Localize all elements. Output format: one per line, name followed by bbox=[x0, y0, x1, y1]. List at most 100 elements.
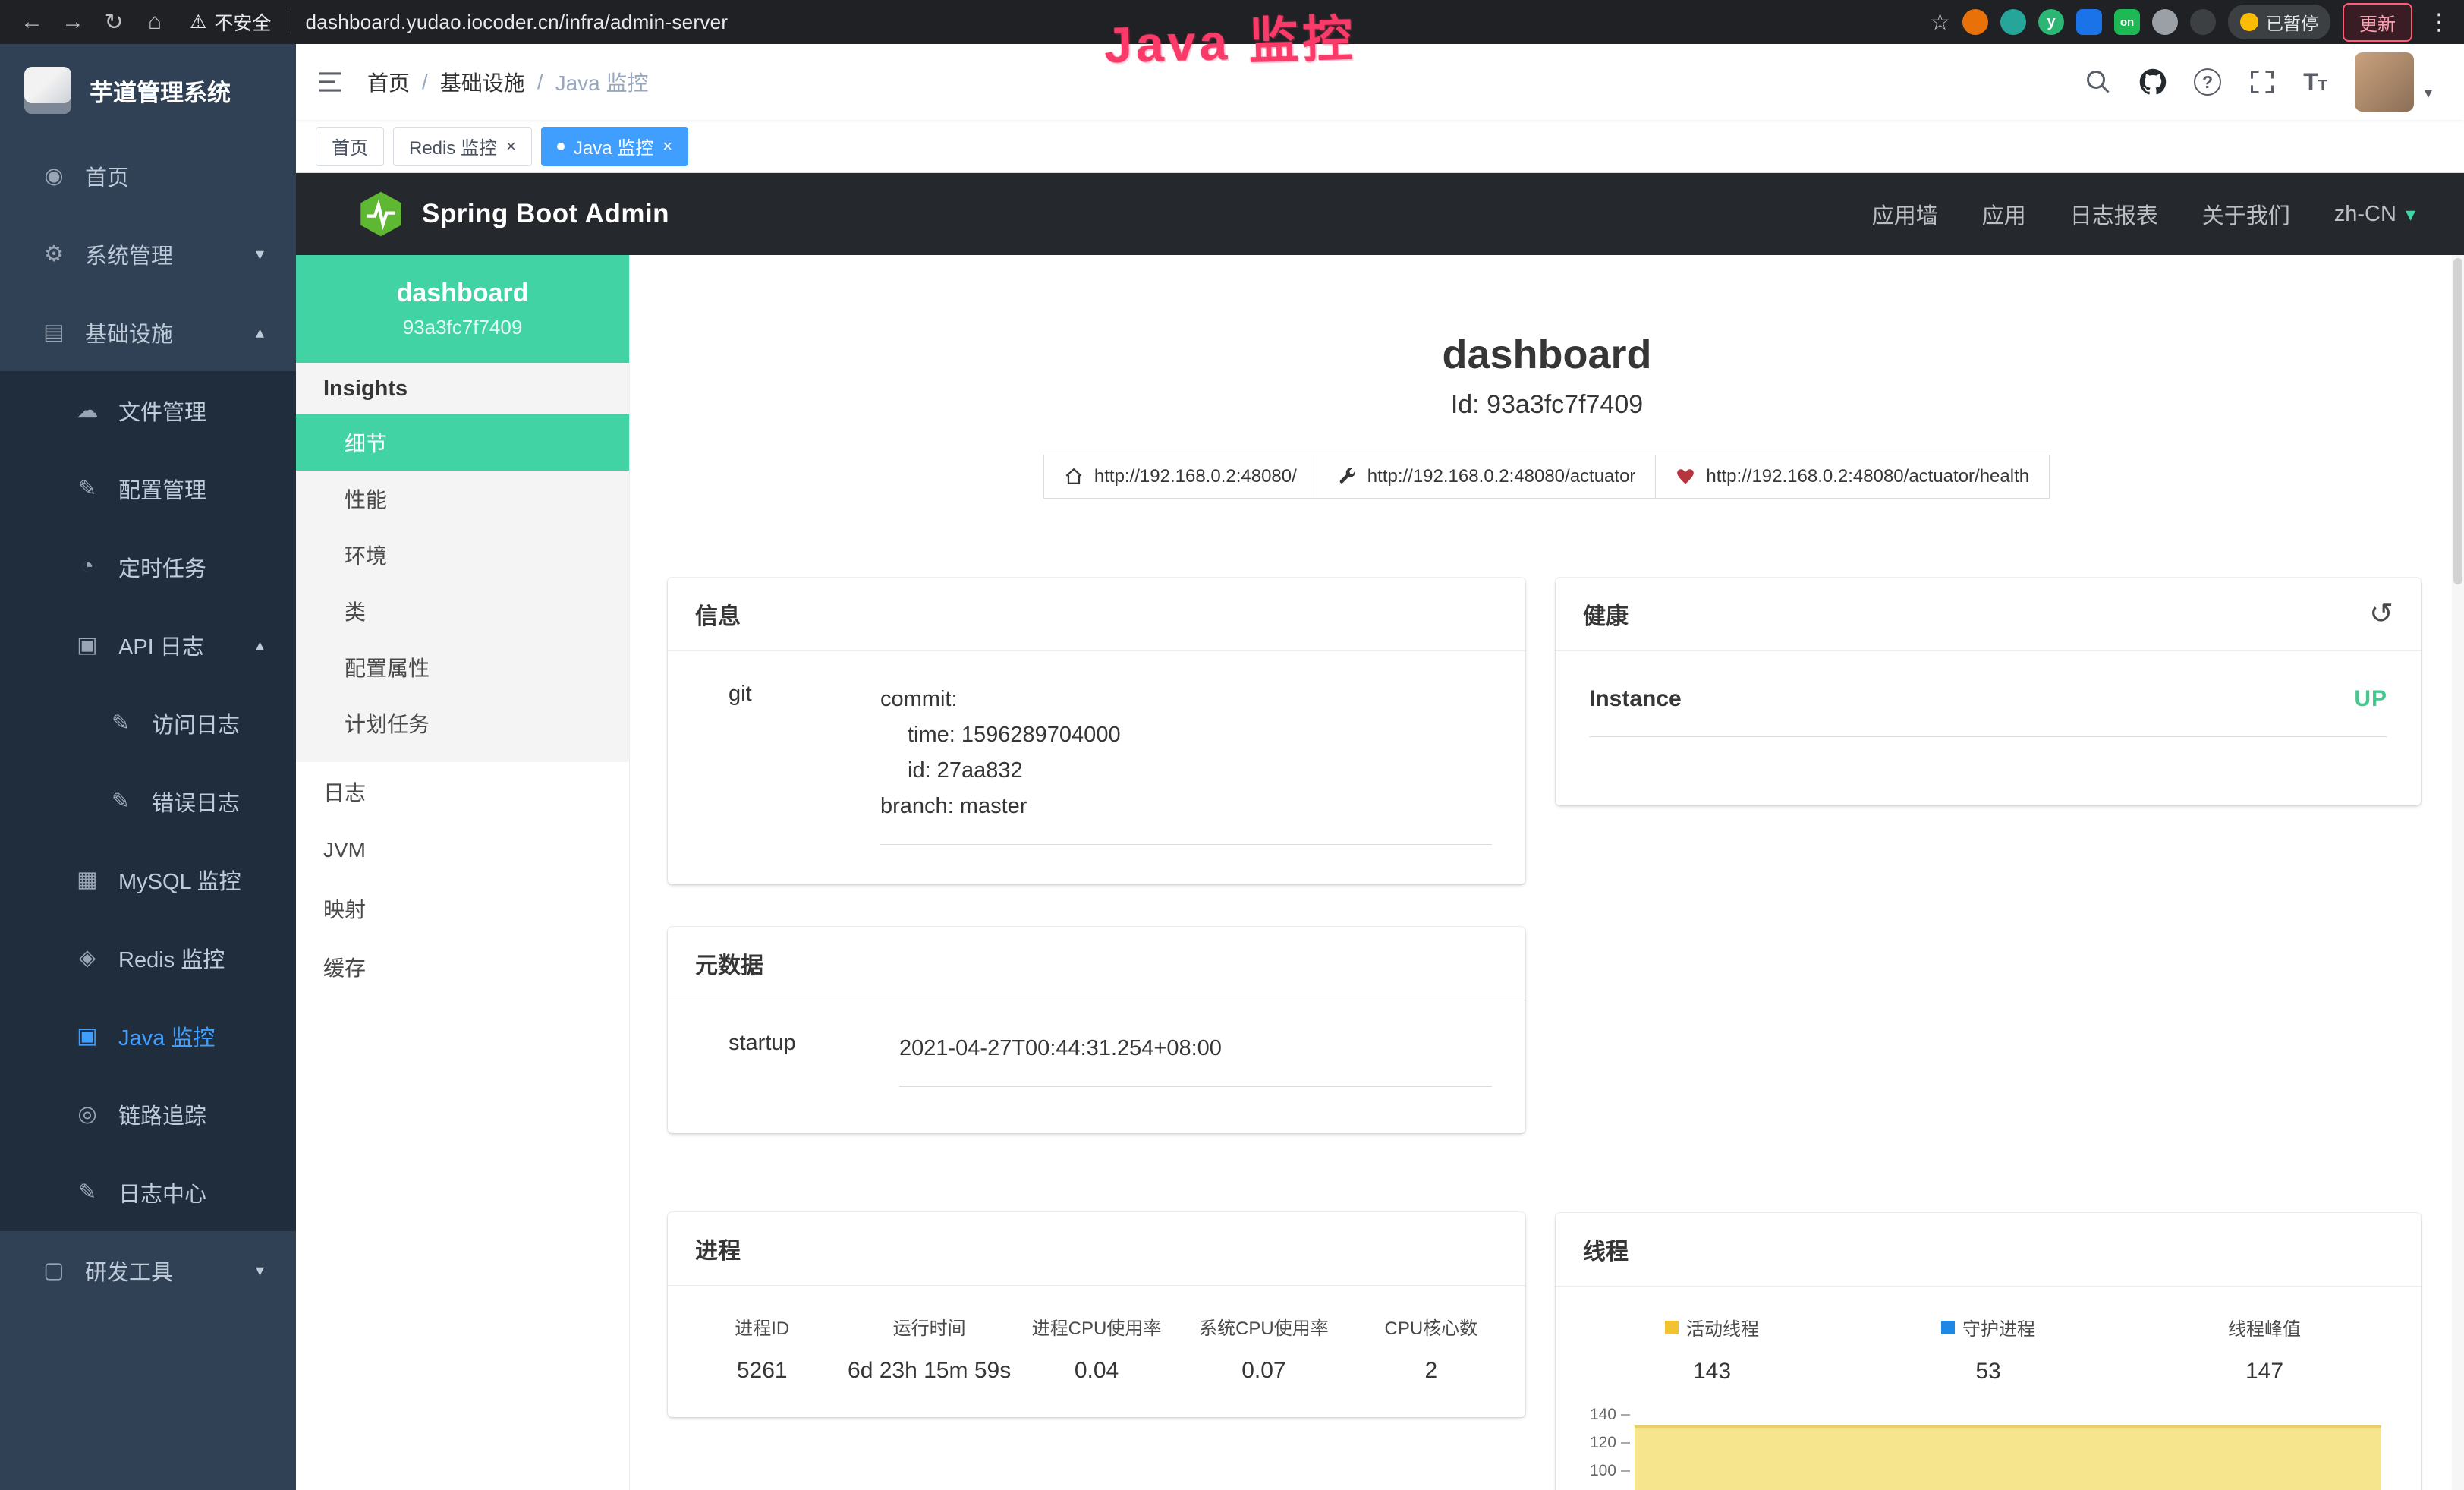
menu-item-environment[interactable]: 环境 bbox=[296, 527, 629, 583]
scrollbar-thumb[interactable] bbox=[2453, 258, 2462, 584]
git-branch: branch: master bbox=[880, 789, 1492, 824]
browser-menu-icon[interactable]: ⋮ bbox=[2428, 9, 2450, 36]
sidebar-item-infrastructure[interactable]: ▤ 基础设施 ▴ bbox=[0, 293, 296, 371]
sidebar-item-redis-monitor[interactable]: ◈ Redis 监控 bbox=[0, 918, 296, 997]
sidebar-item-link-tracing[interactable]: ◎ 链路追踪 bbox=[0, 1075, 296, 1153]
hamburger-icon[interactable] bbox=[316, 68, 345, 96]
menu-item-performance[interactable]: 性能 bbox=[296, 471, 629, 527]
breadcrumb-infrastructure[interactable]: 基础设施 bbox=[440, 67, 525, 97]
link-health-url[interactable]: http://192.168.0.2:48080/actuator/health bbox=[1655, 455, 2050, 499]
threads-chart: 140 120 100 bbox=[1574, 1406, 2403, 1490]
legend-label: 守护进程 bbox=[1962, 1314, 2035, 1340]
menu-item-details[interactable]: 细节 bbox=[296, 414, 629, 471]
health-instance-label: Instance bbox=[1589, 686, 1682, 712]
tab-java-monitor[interactable]: Java 监控 × bbox=[541, 127, 688, 166]
sidebar-item-config-management[interactable]: ✎ 配置管理 bbox=[0, 449, 296, 528]
tab-redis-monitor[interactable]: Redis 监控 × bbox=[393, 127, 532, 166]
link-actuator-url[interactable]: http://192.168.0.2:48080/actuator bbox=[1317, 455, 1657, 499]
sidebar-item-access-logs[interactable]: ✎ 访问日志 bbox=[0, 684, 296, 762]
menu-item-logs[interactable]: 日志 bbox=[296, 762, 629, 821]
browser-forward-button[interactable]: → bbox=[55, 9, 91, 35]
legend-value: 147 bbox=[2126, 1359, 2403, 1384]
sba-nav-wallboard[interactable]: 应用墙 bbox=[1872, 198, 1938, 230]
app-title: 芋道管理系统 bbox=[90, 74, 231, 108]
bookmark-star-icon[interactable]: ☆ bbox=[1930, 9, 1950, 36]
menu-item-jvm[interactable]: JVM bbox=[296, 821, 629, 879]
menu-item-caches[interactable]: 缓存 bbox=[296, 937, 629, 996]
sba-brand[interactable]: Spring Boot Admin bbox=[357, 190, 669, 238]
tick-mark bbox=[1621, 1470, 1630, 1472]
access-log-icon: ✎ bbox=[106, 710, 135, 736]
link-root-url[interactable]: http://192.168.0.2:48080/ bbox=[1043, 455, 1317, 499]
breadcrumb-home[interactable]: 首页 bbox=[367, 67, 410, 97]
screen: ← → ↻ ⌂ ⚠ 不安全 dashboard.yudao.iocoder.cn… bbox=[0, 0, 2464, 1490]
sba-nav-about[interactable]: 关于我们 bbox=[2202, 198, 2290, 230]
language-selector[interactable]: zh-CN ▾ bbox=[2334, 202, 2415, 227]
security-warning[interactable]: ⚠ 不安全 bbox=[190, 8, 271, 36]
sba-nav-applications[interactable]: 应用 bbox=[1982, 198, 2026, 230]
extension-icon-green[interactable]: y bbox=[2038, 9, 2064, 35]
sba-body: dashboard 93a3fc7f7409 Insights 细节 性能 环境… bbox=[296, 255, 2464, 1490]
extension-icon-puzzle[interactable] bbox=[2190, 9, 2216, 35]
extension-icon-on[interactable]: on bbox=[2114, 9, 2140, 35]
search-icon[interactable] bbox=[2085, 68, 2112, 96]
sba-content: dashboard Id: 93a3fc7f7409 http://192.16… bbox=[630, 255, 2464, 1490]
browser-home-button[interactable]: ⌂ bbox=[137, 9, 173, 35]
warning-icon: ⚠ bbox=[190, 11, 206, 33]
sidebar-item-label: 定时任务 bbox=[118, 551, 206, 583]
process-col-cores: CPU核心数 2 bbox=[1348, 1313, 1515, 1384]
process-col-uptime: 运行时间 6d 23h 15m 59s bbox=[845, 1313, 1012, 1384]
sidebar-item-api-logs[interactable]: ▣ API 日志 ▴ bbox=[0, 606, 296, 684]
sidebar-item-home[interactable]: ◉ 首页 bbox=[0, 137, 296, 215]
close-icon[interactable]: × bbox=[662, 137, 672, 156]
extension-icon-gray[interactable] bbox=[2152, 9, 2178, 35]
chevron-up-icon: ▴ bbox=[256, 635, 264, 655]
sidebar-item-log-center[interactable]: ✎ 日志中心 bbox=[0, 1153, 296, 1231]
timer-icon: ◔ bbox=[73, 554, 102, 579]
sidebar-item-java-monitor[interactable]: ▣ Java 监控 bbox=[0, 997, 296, 1075]
sidebar-item-label: 配置管理 bbox=[118, 473, 206, 505]
sidebar-item-scheduled-tasks[interactable]: ◔ 定时任务 bbox=[0, 528, 296, 606]
menu-item-mappings[interactable]: 映射 bbox=[296, 879, 629, 937]
process-col-value: 5261 bbox=[678, 1358, 845, 1384]
sidebar-item-error-logs[interactable]: ✎ 错误日志 bbox=[0, 762, 296, 840]
menu-item-config-properties[interactable]: 配置属性 bbox=[296, 639, 629, 695]
browser-reload-button[interactable]: ↻ bbox=[96, 9, 132, 36]
tab-home[interactable]: 首页 bbox=[316, 127, 384, 166]
instance-header[interactable]: dashboard 93a3fc7f7409 bbox=[296, 255, 629, 363]
info-key: git bbox=[729, 682, 880, 845]
git-commit-id: id: 27aa832 bbox=[880, 753, 1492, 789]
process-col-header: CPU核心数 bbox=[1348, 1313, 1515, 1340]
extension-icon-grid[interactable] bbox=[2076, 9, 2102, 35]
cards-column-left: 信息 git commit: time: 1596289704000 id: 2… bbox=[668, 578, 1525, 1417]
paused-badge[interactable]: 已暂停 bbox=[2228, 5, 2330, 39]
process-col-system-cpu: 系统CPU使用率 0.07 bbox=[1180, 1313, 1347, 1384]
sidebar-item-label: 首页 bbox=[85, 160, 129, 192]
sidebar-item-label: API 日志 bbox=[118, 629, 204, 661]
fullscreen-icon[interactable] bbox=[2248, 68, 2276, 96]
extension-icon-teal[interactable] bbox=[2000, 9, 2026, 35]
browser-update-button[interactable]: 更新 bbox=[2343, 3, 2412, 42]
sidebar-item-system-management[interactable]: ⚙ 系统管理 ▾ bbox=[0, 215, 296, 293]
sba-nav-journal[interactable]: 日志报表 bbox=[2070, 198, 2158, 230]
github-icon[interactable] bbox=[2139, 68, 2167, 96]
sidebar-item-mysql-monitor[interactable]: ▦ MySQL 监控 bbox=[0, 840, 296, 918]
font-size-icon[interactable]: TT bbox=[2303, 68, 2327, 96]
browser-back-button[interactable]: ← bbox=[14, 9, 50, 35]
address-bar[interactable]: dashboard.yudao.iocoder.cn/infra/admin-s… bbox=[305, 11, 728, 34]
menu-item-classes[interactable]: 类 bbox=[296, 583, 629, 639]
history-icon[interactable]: ↺ bbox=[2369, 600, 2393, 628]
menu-item-scheduled-tasks[interactable]: 计划任务 bbox=[296, 695, 629, 751]
sidebar-item-file-management[interactable]: ☁ 文件管理 bbox=[0, 371, 296, 449]
cards-grid: 信息 git commit: time: 1596289704000 id: 2… bbox=[630, 499, 2464, 1490]
browser-actions: ☆ y on 已暂停 更新 ⋮ bbox=[1930, 3, 2450, 42]
sidebar-item-dev-tools[interactable]: ▢ 研发工具 ▾ bbox=[0, 1231, 296, 1309]
app-brand[interactable]: 芋道管理系统 bbox=[0, 44, 296, 137]
extension-icon-orange[interactable] bbox=[1962, 9, 1988, 35]
close-icon[interactable]: × bbox=[506, 137, 516, 156]
link-label: http://192.168.0.2:48080/actuator/health bbox=[1706, 466, 2029, 487]
help-icon[interactable]: ? bbox=[2194, 68, 2221, 96]
avatar-caret-icon[interactable]: ▾ bbox=[2425, 83, 2432, 112]
sidebar-item-label: 基础设施 bbox=[85, 317, 173, 348]
user-avatar[interactable] bbox=[2355, 52, 2414, 112]
